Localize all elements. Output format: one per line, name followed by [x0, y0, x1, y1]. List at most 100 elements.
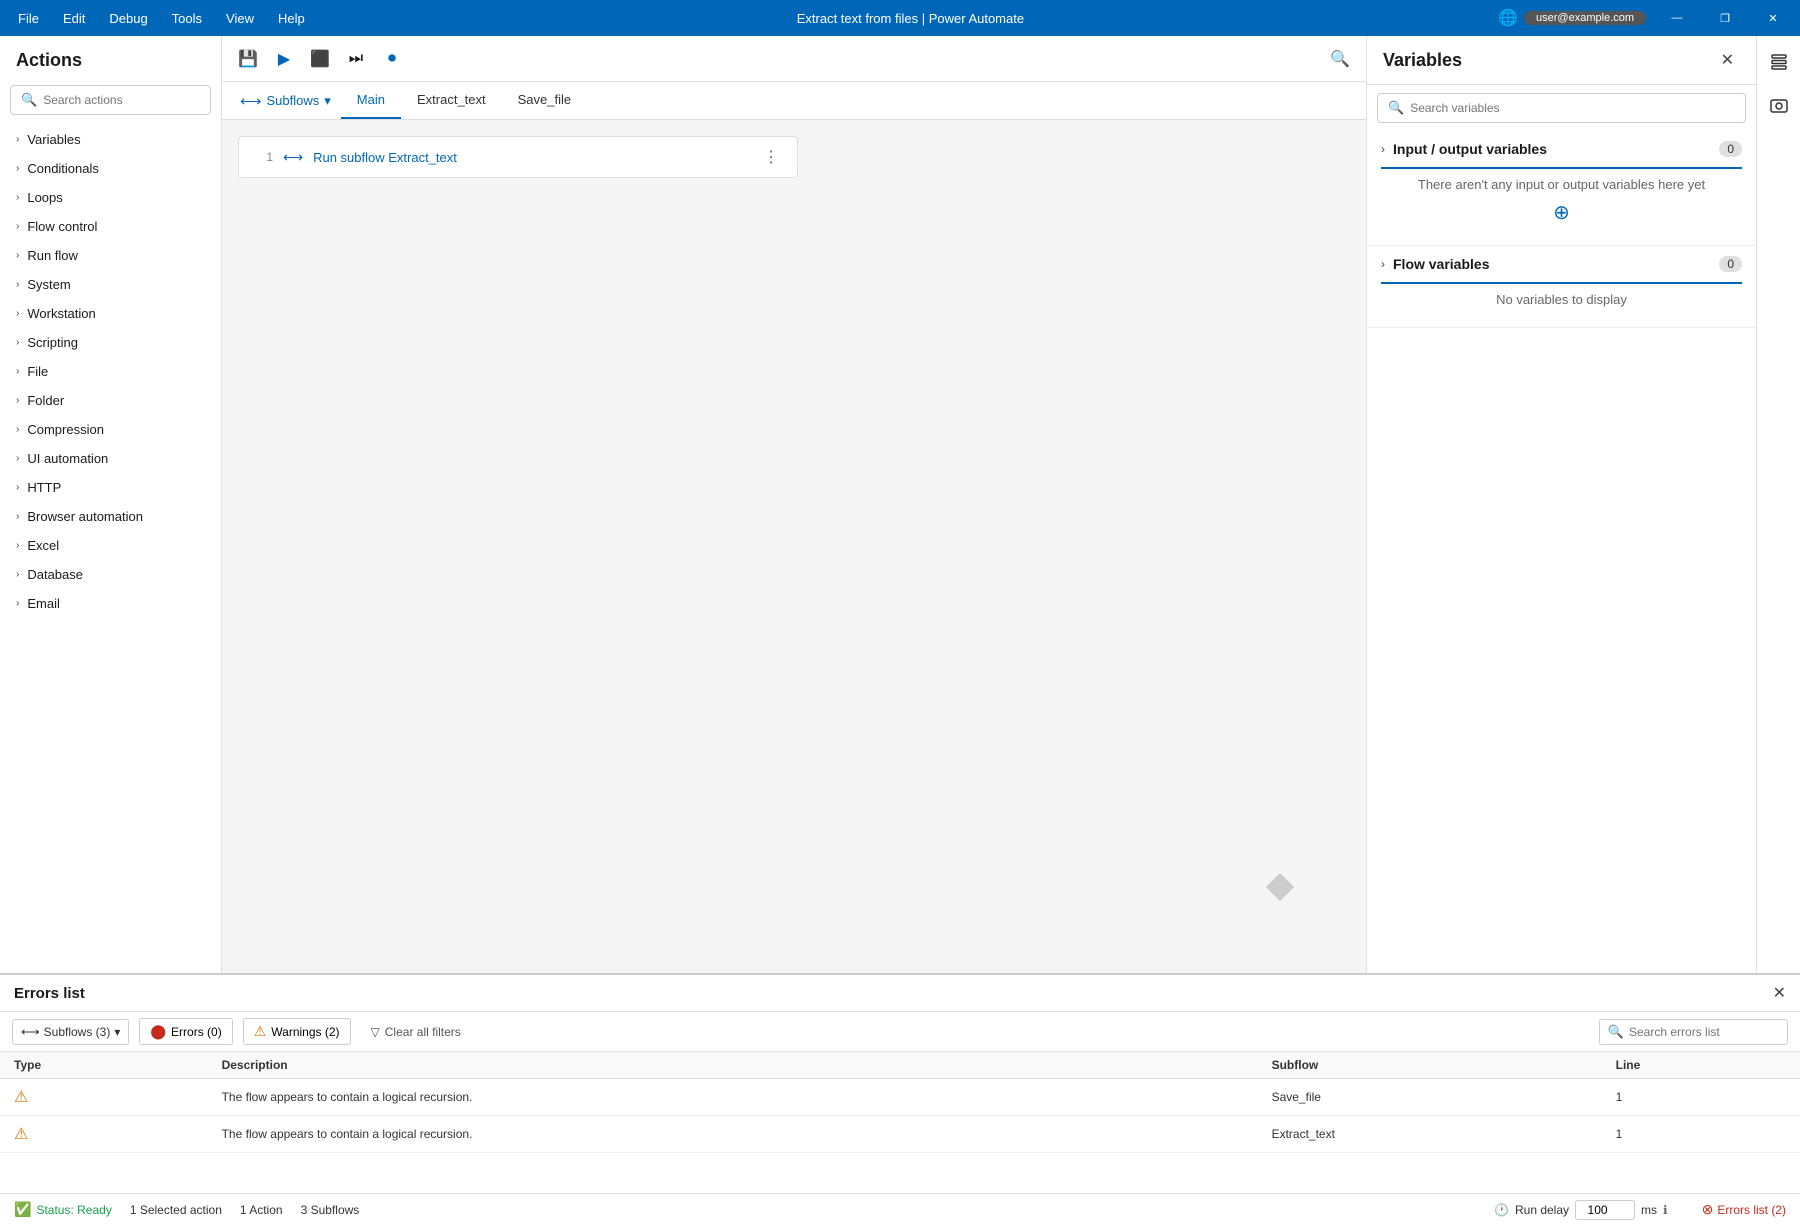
action-item-label: System: [27, 277, 70, 292]
menu-help[interactable]: Help: [268, 7, 315, 30]
flow-step-1[interactable]: 1 ⟷ Run subflow Extract_text ⋮: [238, 136, 798, 178]
menu-tools[interactable]: Tools: [162, 7, 212, 30]
errors-search-input[interactable]: [1629, 1025, 1779, 1039]
col-description: Description: [208, 1052, 1258, 1079]
run-button[interactable]: ▶: [268, 43, 300, 75]
action-item-run-flow[interactable]: › Run flow: [0, 241, 221, 270]
subflows-filter-button[interactable]: ⟷ Subflows (3) ▾: [12, 1019, 129, 1045]
error-line: 1: [1602, 1079, 1800, 1116]
col-type: Type: [0, 1052, 208, 1079]
save-button[interactable]: 💾: [232, 43, 264, 75]
tab-extract-text[interactable]: Extract_text: [401, 82, 502, 119]
section-chevron-icon: ›: [1381, 257, 1385, 271]
table-row[interactable]: ⚠ The flow appears to contain a logical …: [0, 1116, 1800, 1153]
action-item-workstation[interactable]: › Workstation: [0, 299, 221, 328]
action-item-scripting[interactable]: › Scripting: [0, 328, 221, 357]
action-item-system[interactable]: › System: [0, 270, 221, 299]
status-bar: ✅ Status: Ready 1 Selected action 1 Acti…: [0, 1193, 1800, 1225]
chevron-icon: ›: [16, 250, 19, 261]
action-item-label: Folder: [27, 393, 64, 408]
maximize-button[interactable]: ❐: [1702, 2, 1748, 34]
run-delay-input[interactable]: [1575, 1200, 1635, 1220]
subflows-count: 3 Subflows: [301, 1203, 360, 1217]
flow-vars-section: › Flow variables 0 No variables to displ…: [1367, 246, 1756, 328]
section-count: 0: [1719, 256, 1742, 272]
variables-title: Variables: [1383, 50, 1715, 71]
col-subflow: Subflow: [1258, 1052, 1602, 1079]
action-item-email[interactable]: › Email: [0, 589, 221, 618]
action-count: 1 Action: [240, 1203, 283, 1217]
stop-button[interactable]: ⬛: [304, 43, 336, 75]
action-item-variables[interactable]: › Variables: [0, 125, 221, 154]
action-item-flow-control[interactable]: › Flow control: [0, 212, 221, 241]
variables-close-button[interactable]: ✕: [1715, 48, 1740, 72]
input-output-vars-body: There aren't any input or output variabl…: [1367, 169, 1756, 237]
image-icon-button[interactable]: [1761, 88, 1797, 124]
action-item-label: Scripting: [27, 335, 78, 350]
menu-file[interactable]: File: [8, 7, 49, 30]
errors-search-box[interactable]: 🔍: [1599, 1019, 1788, 1045]
action-item-browser-automation[interactable]: › Browser automation: [0, 502, 221, 531]
record-button[interactable]: ⏺: [376, 43, 408, 75]
variables-search-box[interactable]: 🔍: [1377, 93, 1746, 123]
action-item-label: Run flow: [27, 248, 78, 263]
actions-search-input[interactable]: [43, 93, 200, 107]
clear-filters-button[interactable]: ▽ Clear all filters: [361, 1021, 471, 1043]
chevron-icon: ›: [16, 540, 19, 551]
action-item-compression[interactable]: › Compression: [0, 415, 221, 444]
step-number: 1: [253, 150, 273, 164]
no-vars-text: There aren't any input or output variabl…: [1418, 177, 1705, 192]
step-button[interactable]: ⏭: [340, 43, 372, 75]
actions-search-box[interactable]: 🔍: [10, 85, 211, 115]
menu-debug[interactable]: Debug: [99, 7, 157, 30]
action-item-label: UI automation: [27, 451, 108, 466]
layers-icon-button[interactable]: [1761, 44, 1797, 80]
minimize-button[interactable]: —: [1654, 2, 1700, 34]
filter-icon: ▽: [371, 1025, 380, 1039]
action-item-file[interactable]: › File: [0, 357, 221, 386]
input-output-vars-header[interactable]: › Input / output variables 0: [1367, 131, 1756, 167]
account-icon[interactable]: 🌐: [1498, 8, 1518, 28]
subflows-button[interactable]: ⟷ Subflows ▾: [230, 84, 341, 118]
step-menu-button[interactable]: ⋮: [759, 147, 783, 167]
section-chevron-icon: ›: [1381, 142, 1385, 156]
add-variable-button[interactable]: ⊕: [1381, 200, 1742, 225]
action-item-database[interactable]: › Database: [0, 560, 221, 589]
warning-icon: ⚠: [14, 1089, 28, 1106]
menu-view[interactable]: View: [216, 7, 264, 30]
status-check-icon: ✅: [14, 1201, 31, 1218]
error-circle-icon: ⊗: [1702, 1201, 1714, 1218]
actions-panel: Actions 🔍 › Variables › Conditionals › L…: [0, 36, 222, 973]
actions-list: › Variables › Conditionals › Loops › Flo…: [0, 125, 221, 973]
errors-list-link[interactable]: ⊗ Errors list (2): [1702, 1201, 1786, 1218]
close-button[interactable]: ✕: [1750, 2, 1796, 34]
warning-icon: ⚠: [14, 1126, 28, 1143]
warnings-filter-label: Warnings (2): [271, 1025, 339, 1039]
section-count: 0: [1719, 141, 1742, 157]
chevron-icon: ›: [16, 163, 19, 174]
clear-filters-label: Clear all filters: [385, 1025, 461, 1039]
tab-main[interactable]: Main: [341, 82, 401, 119]
action-item-http[interactable]: › HTTP: [0, 473, 221, 502]
canvas-search-button[interactable]: 🔍: [1324, 43, 1356, 75]
errors-close-button[interactable]: ✕: [1773, 983, 1786, 1003]
run-delay-section: 🕐 Run delay ms ℹ: [1494, 1200, 1668, 1220]
flow-vars-header[interactable]: › Flow variables 0: [1367, 246, 1756, 282]
title-bar: File Edit Debug Tools View Help Extract …: [0, 0, 1800, 36]
tab-save-file[interactable]: Save_file: [502, 82, 587, 119]
variables-search-input[interactable]: [1410, 101, 1735, 115]
action-item-ui-automation[interactable]: › UI automation: [0, 444, 221, 473]
menu-edit[interactable]: Edit: [53, 7, 95, 30]
action-item-conditionals[interactable]: › Conditionals: [0, 154, 221, 183]
action-item-excel[interactable]: › Excel: [0, 531, 221, 560]
action-item-loops[interactable]: › Loops: [0, 183, 221, 212]
chevron-icon: ›: [16, 569, 19, 580]
error-description: The flow appears to contain a logical re…: [208, 1079, 1258, 1116]
warnings-filter-button[interactable]: ⚠ Warnings (2): [243, 1018, 351, 1045]
status-text: Status: Ready: [36, 1203, 111, 1217]
action-item-folder[interactable]: › Folder: [0, 386, 221, 415]
table-row[interactable]: ⚠ The flow appears to contain a logical …: [0, 1079, 1800, 1116]
subflows-filter-chevron-icon: ▾: [114, 1025, 120, 1039]
action-item-label: Compression: [27, 422, 104, 437]
errors-filter-button[interactable]: ⬤ Errors (0): [139, 1018, 232, 1045]
